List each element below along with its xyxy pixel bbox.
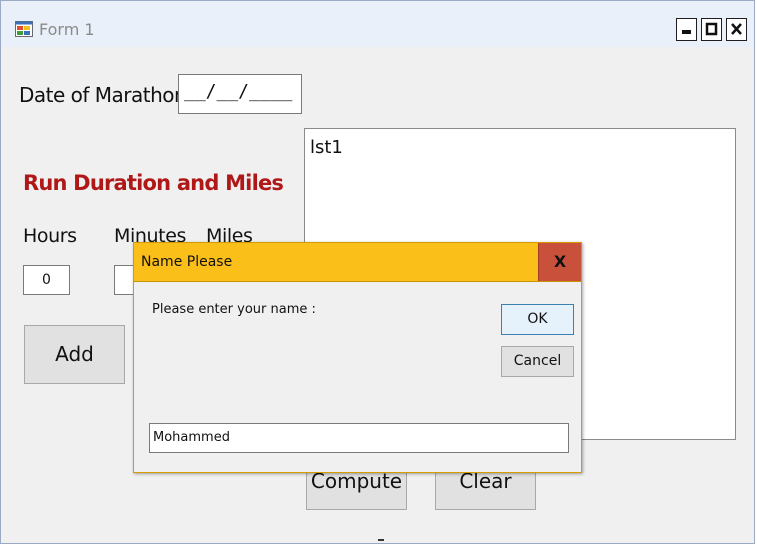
minimize-button[interactable] bbox=[676, 18, 697, 41]
window-title: Form 1 bbox=[39, 20, 95, 39]
name-dialog: Name Please X Please enter your name : O… bbox=[133, 242, 582, 473]
dialog-title: Name Please bbox=[141, 254, 233, 270]
date-input[interactable]: __/__/____ bbox=[178, 74, 302, 114]
dialog-close-button[interactable]: X bbox=[538, 243, 581, 281]
hours-input[interactable]: 0 bbox=[23, 265, 70, 295]
hours-label: Hours bbox=[23, 225, 77, 247]
ok-button[interactable]: OK bbox=[501, 304, 574, 335]
section-heading: Run Duration and Miles bbox=[23, 171, 284, 195]
form-app-icon bbox=[15, 21, 33, 37]
close-button[interactable] bbox=[726, 18, 747, 41]
minimize-icon bbox=[682, 30, 691, 34]
maximize-button[interactable] bbox=[701, 18, 722, 41]
window-titlebar[interactable]: Form 1 bbox=[1, 1, 754, 47]
cancel-button[interactable]: Cancel bbox=[501, 346, 574, 377]
dialog-prompt: Please enter your name : bbox=[152, 302, 316, 317]
add-button[interactable]: Add bbox=[24, 325, 125, 384]
date-label: Date of Marathon bbox=[19, 83, 187, 107]
resize-grip bbox=[378, 539, 384, 541]
close-icon bbox=[731, 23, 742, 35]
dialog-titlebar[interactable]: Name Please X bbox=[134, 243, 581, 282]
main-window: Form 1 Date of Marathon __/__/____ Run D… bbox=[0, 0, 755, 544]
listbox-label: lst1 bbox=[310, 137, 343, 158]
maximize-icon bbox=[705, 22, 718, 36]
name-input[interactable]: Mohammed bbox=[149, 423, 569, 453]
